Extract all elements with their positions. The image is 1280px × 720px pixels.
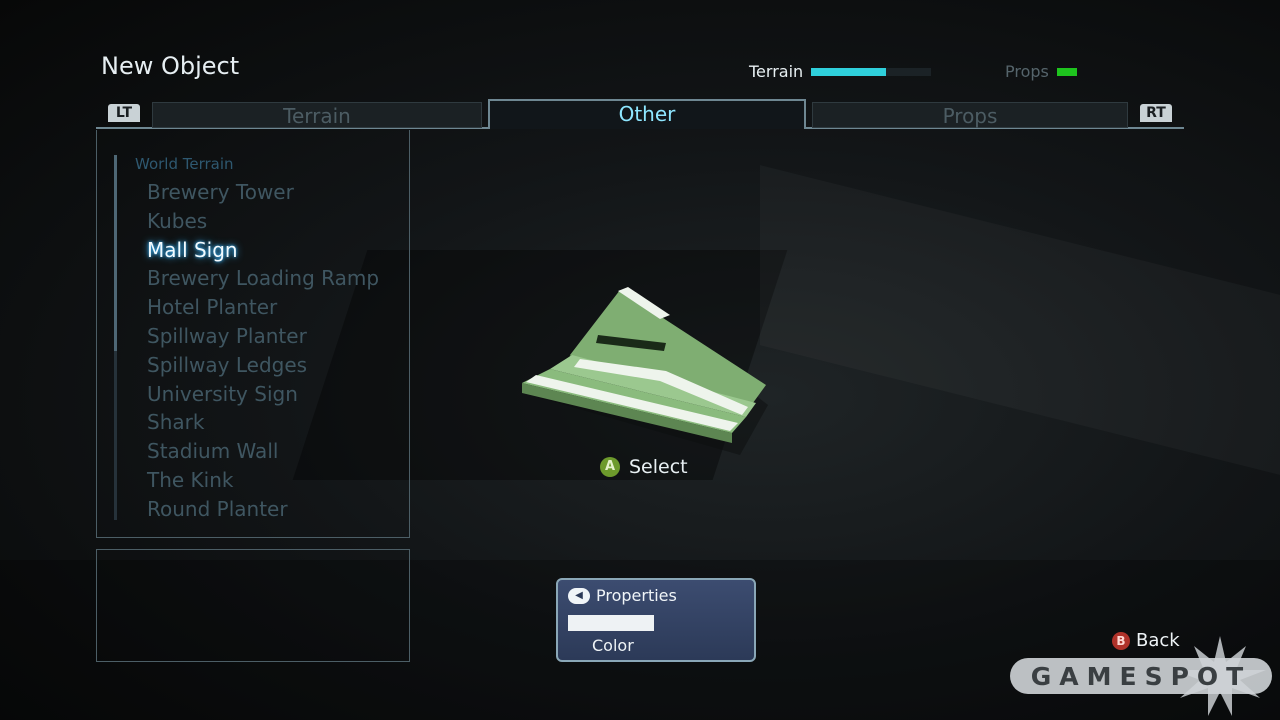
- background-terrain: [760, 165, 1280, 475]
- select-label: Select: [629, 456, 688, 478]
- gamespot-watermark: GAMESPOT: [1010, 636, 1272, 716]
- select-hint[interactable]: A Select: [600, 456, 688, 478]
- tab-other[interactable]: Other: [488, 99, 806, 129]
- rt-bumper-icon[interactable]: RT: [1140, 104, 1172, 122]
- list-item[interactable]: Stadium Wall: [147, 437, 379, 466]
- object-preview: [522, 287, 768, 455]
- list-item[interactable]: The Kink: [147, 466, 379, 495]
- list-item[interactable]: Shark: [147, 408, 379, 437]
- list-item[interactable]: Round Planter: [147, 495, 379, 524]
- watermark-text: GAMESPOT: [1031, 662, 1251, 691]
- list-item[interactable]: Spillway Ledges: [147, 351, 379, 380]
- list-item[interactable]: Brewery Loading Ramp: [147, 264, 379, 293]
- terrain-meter-label: Terrain: [749, 62, 804, 81]
- props-meter-track: [1056, 67, 1077, 76]
- list-item-selected[interactable]: Mall Sign: [147, 236, 379, 265]
- props-meter-label: Props: [1005, 62, 1049, 81]
- lt-bumper-icon[interactable]: LT: [108, 104, 140, 122]
- color-swatch[interactable]: [568, 615, 654, 631]
- props-meter: Props: [1005, 62, 1077, 81]
- list-item[interactable]: Brewery Tower: [147, 178, 379, 207]
- list-category-heading: World Terrain: [135, 155, 234, 173]
- props-meter-fill: [1056, 67, 1077, 76]
- description-panel: [96, 549, 410, 662]
- tab-terrain[interactable]: Terrain: [152, 102, 482, 128]
- object-list: Brewery Tower Kubes Mall Sign Brewery Loadi…: [147, 178, 379, 524]
- list-item[interactable]: University Sign: [147, 380, 379, 409]
- list-item[interactable]: Spillway Planter: [147, 322, 379, 351]
- terrain-meter: Terrain: [749, 62, 932, 81]
- category-tabs: LT Terrain Other Props RT: [96, 99, 1184, 130]
- a-button-icon: A: [600, 457, 620, 477]
- list-scrollbar-thumb[interactable]: [114, 155, 117, 351]
- terrain-meter-fill: [811, 67, 886, 76]
- tab-props[interactable]: Props: [812, 102, 1128, 128]
- properties-title: Properties: [596, 586, 677, 605]
- dpad-left-icon: ◀: [568, 587, 590, 604]
- color-label: Color: [592, 636, 634, 655]
- terrain-meter-track: [811, 67, 932, 76]
- properties-panel[interactable]: ◀ Properties Color: [556, 578, 756, 662]
- list-item[interactable]: Kubes: [147, 207, 379, 236]
- list-item[interactable]: Hotel Planter: [147, 293, 379, 322]
- screen-title: New Object: [101, 52, 240, 80]
- properties-header: ◀ Properties: [568, 586, 677, 605]
